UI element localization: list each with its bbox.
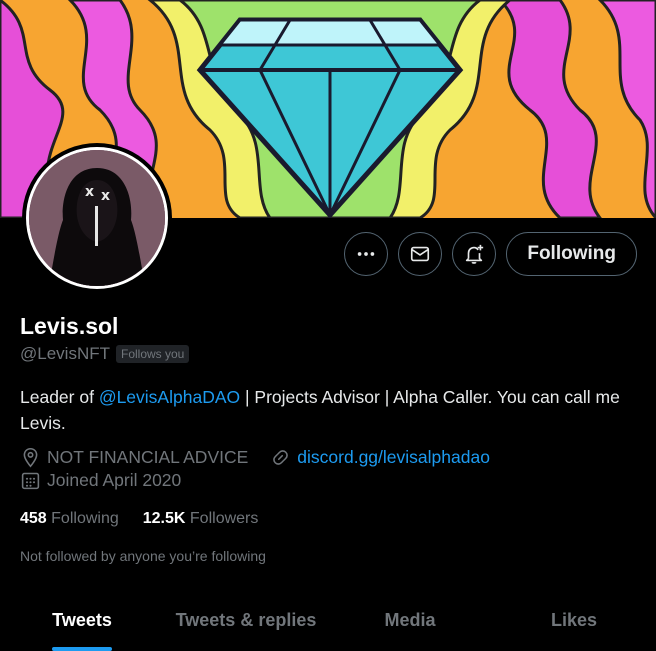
- display-name: Levis.sol: [20, 313, 119, 339]
- bio-mention-link[interactable]: @LevisAlphaDAO: [99, 387, 240, 407]
- following-label: Following: [51, 510, 119, 527]
- follows-you-badge: Follows you: [116, 345, 190, 363]
- user-handle: @LevisNFT: [20, 344, 110, 363]
- bell-plus-icon: [466, 244, 484, 264]
- envelope-icon: [411, 246, 430, 262]
- profile-tabs: Tweets Tweets & replies Media Likes: [0, 590, 656, 651]
- handle-row: @LevisNFT Follows you: [20, 344, 190, 364]
- joined-row: Joined April 2020: [20, 470, 181, 491]
- svg-text:x: x: [101, 188, 110, 204]
- profile-avatar[interactable]: x x: [22, 143, 172, 293]
- followers-stat[interactable]: 12.5K Followers: [143, 510, 259, 528]
- mutual-followers-note: Not followed by anyone you’re following: [20, 548, 266, 564]
- more-icon: [358, 252, 375, 256]
- profile-bio: Leader of @LevisAlphaDAO | Projects Advi…: [20, 384, 640, 436]
- bio-prefix: Leader of: [20, 387, 99, 407]
- tab-media[interactable]: Media: [328, 590, 492, 651]
- follow-stats: 458 Following 12.5K Followers: [20, 510, 258, 528]
- notifications-button[interactable]: [452, 232, 497, 276]
- link-icon: [273, 450, 289, 465]
- following-stat[interactable]: 458 Following: [20, 510, 119, 528]
- website-link[interactable]: discord.gg/levisalphadao: [297, 447, 490, 468]
- tab-likes[interactable]: Likes: [492, 590, 656, 651]
- followers-count: 12.5K: [142, 510, 186, 527]
- tab-tweets-replies[interactable]: Tweets & replies: [164, 590, 328, 651]
- profile-meta-row: NOT FINANCIAL ADVICE discord.gg/levisalp…: [20, 447, 490, 468]
- svg-text:x: x: [85, 184, 94, 200]
- profile-actions: Following: [344, 232, 637, 276]
- tab-label: Tweets & replies: [175, 610, 317, 630]
- tab-label: Likes: [550, 610, 598, 630]
- following-count: 458: [20, 510, 47, 527]
- tab-tweets[interactable]: Tweets: [0, 590, 164, 651]
- followers-label: Followers: [189, 510, 259, 527]
- calendar-icon: [21, 472, 40, 490]
- location-text: NOT FINANCIAL ADVICE: [47, 447, 249, 467]
- tab-label: Media: [384, 610, 436, 630]
- avatar-image: x x: [26, 147, 168, 289]
- more-options-button[interactable]: [344, 232, 389, 276]
- active-tab-indicator: [52, 647, 112, 651]
- tab-label: Tweets: [52, 610, 112, 630]
- location-pin-icon: [23, 447, 38, 468]
- following-button[interactable]: Following: [506, 232, 637, 276]
- message-button[interactable]: [398, 232, 443, 276]
- joined-date: Joined April 2020: [47, 470, 182, 490]
